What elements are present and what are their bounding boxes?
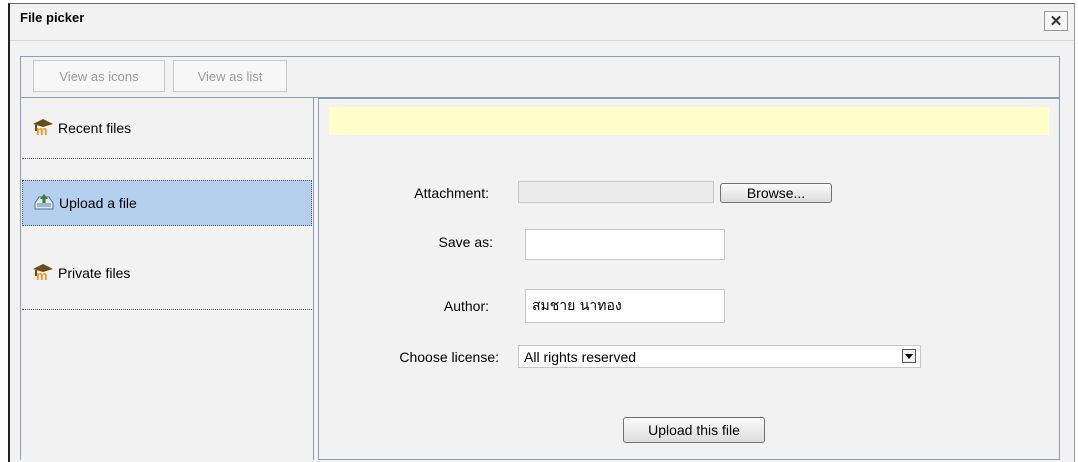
attachment-field[interactable] [518, 181, 714, 203]
dialog-title: File picker [20, 10, 85, 25]
sidebar-item-label: Upload a file [59, 195, 137, 211]
repository-sidebar: m Recent files Upload a file m Private f… [20, 98, 314, 460]
svg-text:m: m [36, 268, 48, 281]
browse-button[interactable]: Browse... [720, 183, 832, 203]
view-toolbar: View as icons View as list [20, 56, 1060, 98]
title-bar: File picker ✕ [10, 4, 1074, 41]
close-button[interactable]: ✕ [1044, 11, 1068, 31]
view-as-icons-button[interactable]: View as icons [33, 60, 165, 92]
author-input[interactable]: สมชาย นาทอง [525, 289, 725, 323]
author-label: Author: [443, 298, 489, 314]
chevron-down-icon [902, 349, 916, 363]
license-label: Choose license: [399, 349, 499, 365]
sidebar-item-label: Private files [58, 265, 131, 281]
sidebar-item-label: Recent files [58, 120, 132, 136]
license-selected-value: All rights reserved [524, 348, 637, 365]
upload-this-file-button[interactable]: Upload this file [623, 417, 765, 443]
upload-icon [33, 193, 55, 214]
view-as-list-button[interactable]: View as list [173, 60, 287, 92]
license-select[interactable]: All rights reserved [518, 345, 921, 368]
sidebar-item-recent-files[interactable]: m Recent files [22, 98, 312, 159]
close-icon: ✕ [1049, 12, 1063, 30]
upload-panel: Attachment: Browse... Save as: Author: ส… [318, 98, 1060, 460]
attachment-label: Attachment: [414, 185, 489, 201]
moodle-m-icon: m [32, 118, 54, 139]
sidebar-item-private-files[interactable]: m Private files [22, 237, 312, 310]
save-as-label: Save as: [438, 234, 493, 250]
message-bar [329, 107, 1049, 135]
moodle-m-icon: m [32, 263, 54, 284]
sidebar-item-upload-a-file[interactable]: Upload a file [22, 180, 312, 226]
save-as-input[interactable] [525, 229, 725, 260]
svg-text:m: m [36, 123, 48, 136]
